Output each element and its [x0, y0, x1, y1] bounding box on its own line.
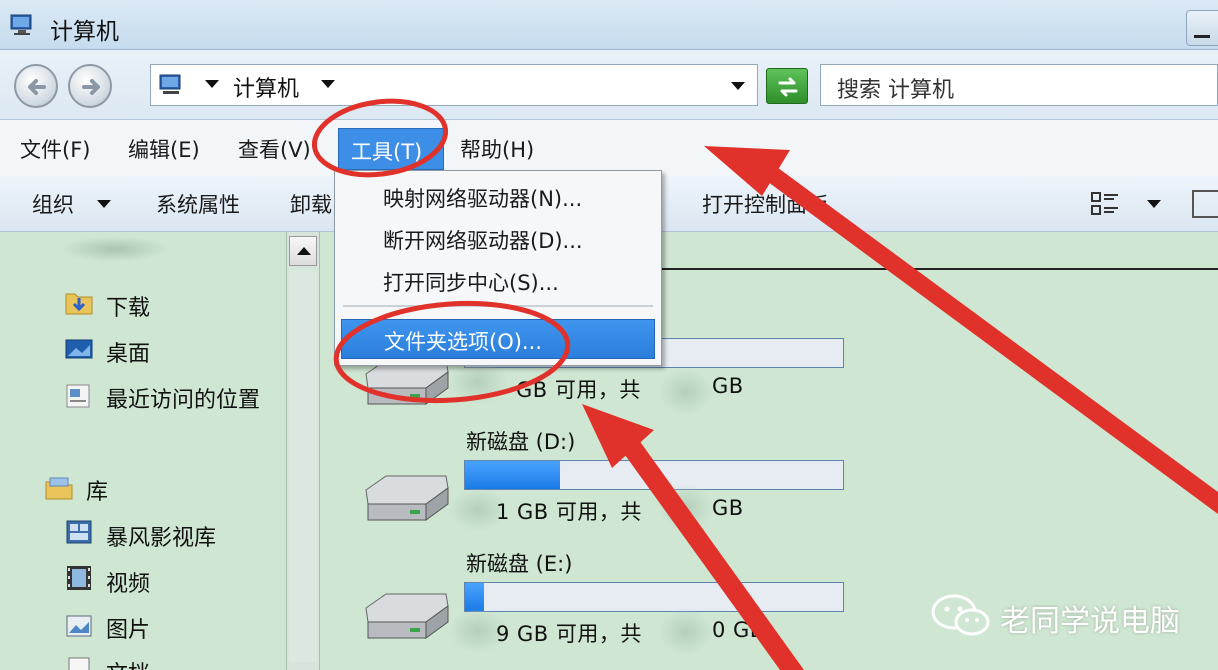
video-library-icon — [66, 520, 92, 544]
drive-free-space: 1 GB 可用，共 — [496, 500, 642, 524]
menu-separator — [343, 305, 653, 307]
drive-total-space: GB — [712, 496, 744, 520]
drive-total-space: 0 GB — [712, 618, 765, 642]
organize-button[interactable]: 组织 — [32, 189, 74, 219]
blurred-region — [60, 236, 170, 262]
menu-item-open-sync-center[interactable]: 打开同步中心(S)... — [341, 261, 655, 301]
nav-item-videos[interactable]: 视频 — [106, 566, 150, 598]
system-properties-button[interactable]: 系统属性 — [156, 189, 240, 219]
address-path: 计算机 — [233, 77, 300, 102]
menu-file[interactable]: 文件(F) — [20, 132, 90, 164]
address-bar: 计算机 搜索 计算机 — [0, 50, 1218, 120]
navigation-pane: 下载 桌面 最近访问的位置 库 暴风影视库 视频 图片 文档 — [0, 232, 286, 670]
menu-item-folder-options[interactable]: 文件夹选项(O)... — [341, 319, 655, 359]
library-icon — [45, 477, 73, 500]
nav-item-recent-places[interactable]: 最近访问的位置 — [106, 382, 260, 414]
group-divider — [658, 268, 1218, 270]
nav-item-desktop[interactable]: 桌面 — [106, 336, 150, 368]
minimize-button[interactable] — [1186, 10, 1218, 46]
downloads-folder-icon — [65, 293, 93, 315]
drive-usage-fill — [465, 461, 560, 489]
drive-name[interactable]: 新磁盘 (D:) — [466, 426, 575, 456]
scroll-up-button[interactable] — [289, 236, 317, 266]
document-icon — [68, 657, 90, 670]
refresh-icon — [778, 77, 798, 97]
preview-pane-icon[interactable] — [1192, 190, 1218, 218]
computer-icon — [159, 74, 181, 94]
nav-item-pictures[interactable]: 图片 — [106, 612, 150, 644]
refresh-button[interactable] — [766, 68, 808, 104]
address-field[interactable]: 计算机 — [150, 64, 758, 106]
film-icon — [67, 566, 91, 590]
chevron-down-icon[interactable] — [319, 77, 337, 91]
nav-library-header[interactable]: 库 — [86, 474, 108, 506]
nav-item-downloads[interactable]: 下载 — [106, 290, 150, 322]
computer-icon — [10, 14, 32, 35]
uninstall-button[interactable]: 卸载 — [290, 189, 332, 219]
tools-dropdown-menu: 映射网络驱动器(N)... 断开网络驱动器(D)... 打开同步中心(S)...… — [334, 170, 662, 366]
open-control-panel-button[interactable]: 打开控制面板 — [702, 189, 828, 219]
back-button[interactable] — [14, 64, 58, 108]
blurred-region — [658, 368, 714, 416]
search-placeholder: 搜索 计算机 — [837, 78, 954, 103]
menu-edit[interactable]: 编辑(E) — [128, 132, 200, 164]
search-input[interactable]: 搜索 计算机 — [820, 64, 1218, 106]
drive-free-space: 9 GB 可用，共 — [496, 622, 642, 646]
scroll-track[interactable] — [289, 270, 317, 662]
picture-icon — [66, 615, 92, 637]
arrow-left-icon — [28, 79, 46, 95]
menu-help[interactable]: 帮助(H) — [460, 132, 534, 164]
nav-scrollbar[interactable] — [286, 232, 320, 670]
blurred-region — [658, 484, 714, 532]
address-dropdown-icon[interactable] — [729, 79, 747, 93]
recent-places-icon — [66, 384, 90, 408]
hard-drive-icon[interactable] — [360, 470, 452, 526]
wechat-logo-icon — [931, 594, 990, 636]
desktop-icon — [65, 339, 93, 359]
menu-view[interactable]: 查看(V) — [238, 132, 311, 164]
window-title: 计算机 — [50, 19, 119, 45]
nav-item-baofeng-library[interactable]: 暴风影视库 — [106, 520, 216, 552]
drive-usage-bar — [464, 460, 844, 490]
drive-usage-bar — [464, 582, 844, 612]
chevron-down-icon[interactable] — [1146, 198, 1162, 210]
chevron-down-icon[interactable] — [203, 77, 221, 91]
forward-button[interactable] — [68, 64, 112, 108]
drive-name[interactable]: 新磁盘 (E:) — [466, 548, 572, 578]
nav-item-documents[interactable]: 文档 — [106, 656, 150, 670]
menu-tools[interactable]: 工具(T) — [338, 128, 444, 170]
menu-bar: 文件(F) 编辑(E) 查看(V) 工具(T) 帮助(H) — [0, 120, 1218, 176]
watermark-text: 老同学说电脑 — [1000, 604, 1180, 639]
drive-total-space: GB — [712, 374, 744, 398]
menu-item-disconnect-network-drive[interactable]: 断开网络驱动器(D)... — [341, 219, 655, 259]
blurred-region — [658, 608, 714, 656]
watermark: 老同学说电脑 — [930, 594, 1180, 639]
view-options-icon[interactable] — [1090, 190, 1122, 218]
drive-usage-fill — [465, 583, 484, 611]
arrow-right-icon — [82, 79, 100, 95]
hard-drive-icon[interactable] — [360, 588, 452, 644]
title-bar: 计算机 — [0, 0, 1218, 50]
menu-item-map-network-drive[interactable]: 映射网络驱动器(N)... — [341, 177, 655, 217]
drive-free-space: GB 可用，共 — [516, 378, 641, 402]
arrow-up-icon — [297, 247, 311, 255]
chevron-down-icon[interactable] — [96, 198, 112, 210]
